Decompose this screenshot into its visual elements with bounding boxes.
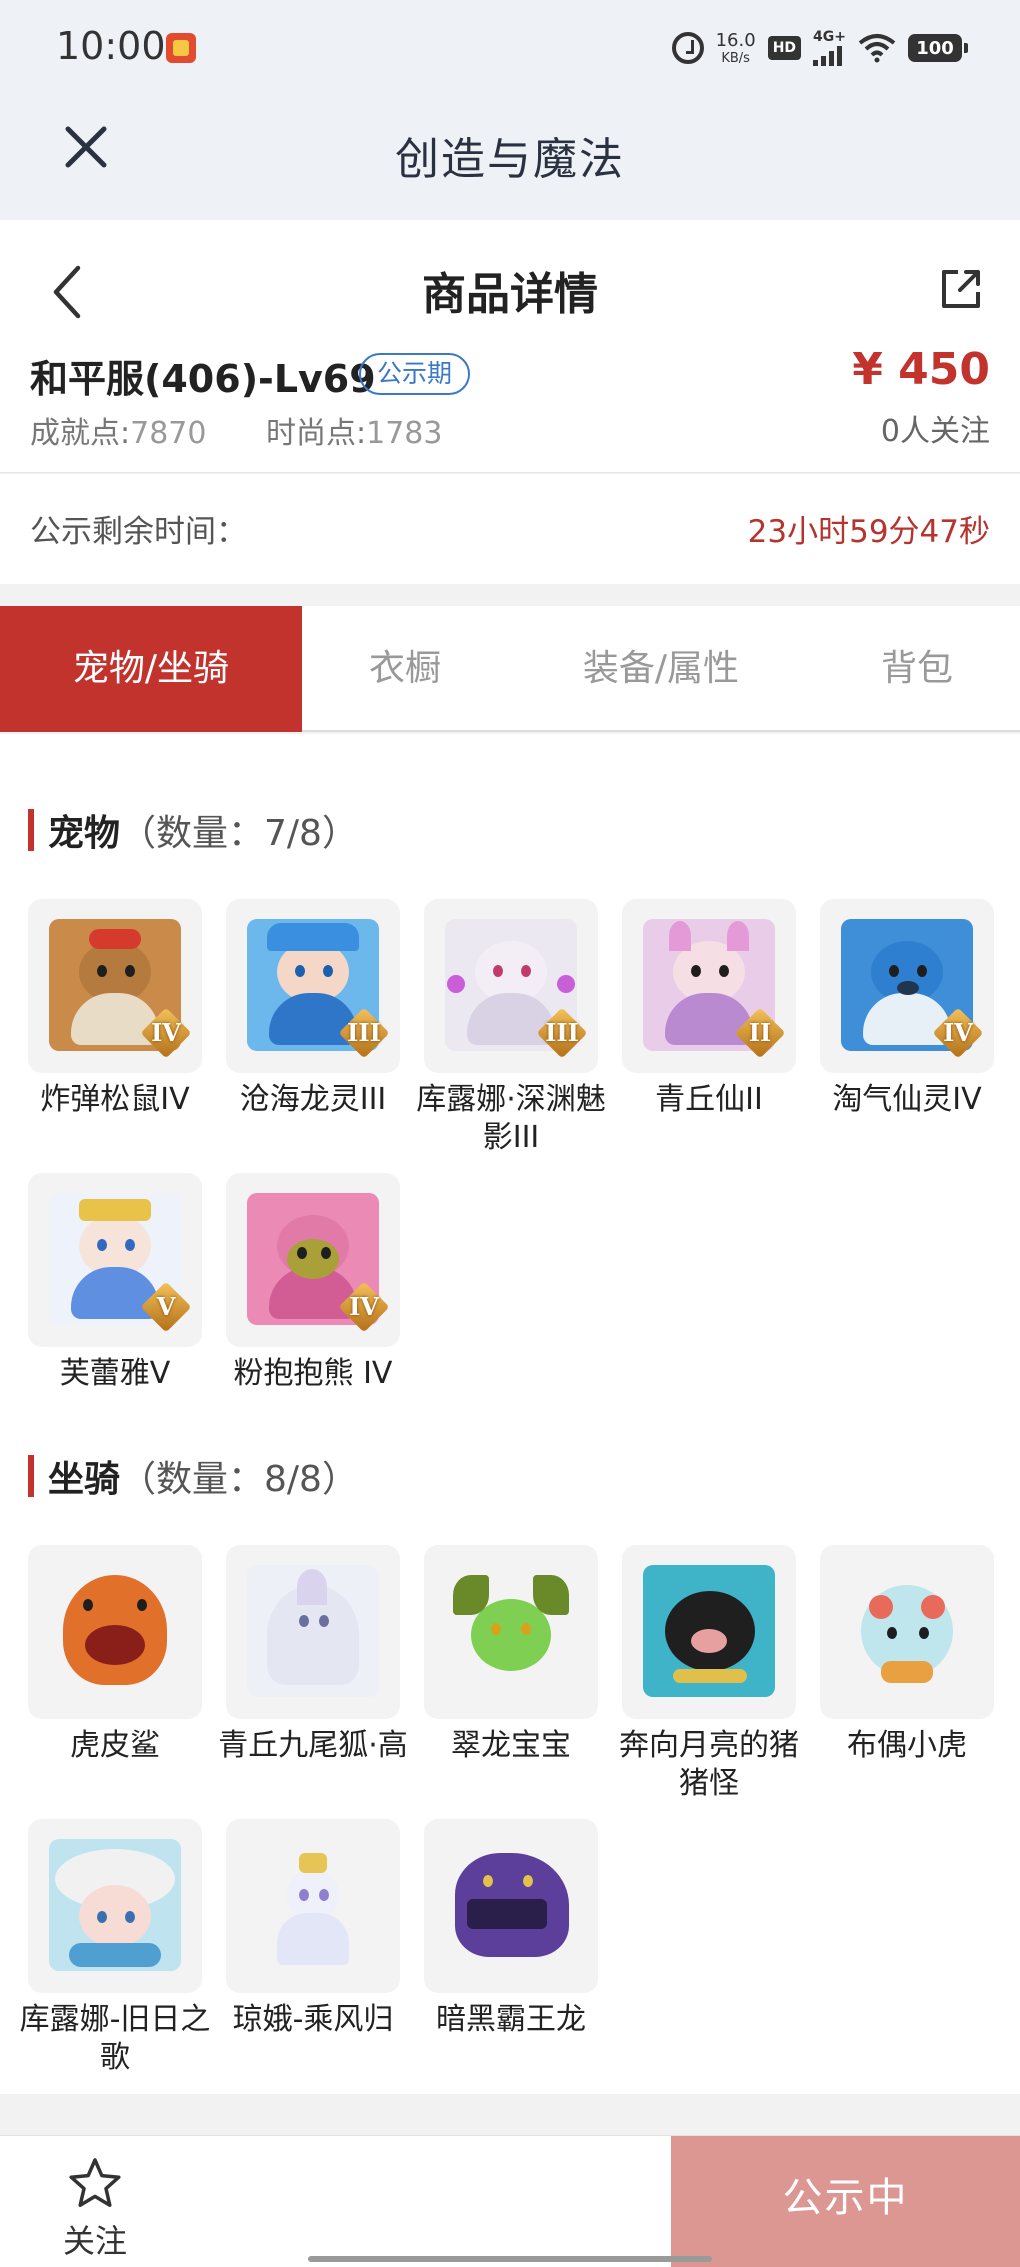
mount-tile[interactable] xyxy=(820,1545,994,1719)
item-name: 和平服(406)-Lv69 xyxy=(30,357,376,401)
pet-label: 淘气仙灵IV xyxy=(832,1082,982,1117)
mount-tile[interactable] xyxy=(28,1819,202,1993)
mount-tile[interactable] xyxy=(424,1819,598,1993)
top-area: 10:00 16.0 KB/s HD 4G+ 100 创造与魔法 xyxy=(0,0,1020,220)
follow-button[interactable]: 关注 xyxy=(40,2136,150,2267)
section-marker xyxy=(28,1455,34,1497)
pet-tile[interactable]: III xyxy=(226,899,400,1073)
fashion-stat: 时尚点:1783 xyxy=(266,408,442,452)
pets-count: （数量：7/8） xyxy=(120,813,358,854)
hd-icon: HD xyxy=(767,36,802,60)
rank-badge: V xyxy=(140,1281,192,1333)
green-dragon-icon xyxy=(445,1565,577,1697)
item-price: ¥ 450 xyxy=(852,344,990,395)
rank-badge: III xyxy=(338,1007,390,1059)
signal-bars xyxy=(813,46,843,66)
mount-label: 布偶小虎 xyxy=(847,1728,967,1763)
status-bar: 10:00 16.0 KB/s HD 4G+ 100 xyxy=(0,0,1020,95)
tab-bar: 宠物/坐骑 衣橱 装备/属性 背包 xyxy=(0,606,1020,732)
rank-badge: III xyxy=(536,1007,588,1059)
follow-label: 关注 xyxy=(62,2222,127,2260)
pet-tile[interactable]: IV xyxy=(226,1173,400,1347)
pet-tile[interactable]: III xyxy=(424,899,598,1073)
divider xyxy=(0,472,1020,473)
pet-tile[interactable]: IV xyxy=(28,899,202,1073)
net-speed: 16.0 KB/s xyxy=(715,29,756,66)
app-title: 创造与魔法 xyxy=(395,134,625,185)
network-type: 4G+ xyxy=(813,29,846,45)
achievement-label: 成就点: xyxy=(30,416,131,451)
mount-label: 琼娥-乘风归 xyxy=(232,2002,394,2037)
cellular-signal-icon: 4G+ xyxy=(813,30,846,66)
pet-tile[interactable]: II xyxy=(622,899,796,1073)
star-icon xyxy=(69,2158,121,2207)
bottom-action-bar: 关注 公示中 xyxy=(0,2135,1020,2267)
mount-label: 虎皮鲨 xyxy=(70,1728,160,1763)
follower-count: 0人关注 xyxy=(880,414,990,449)
mount-tile[interactable] xyxy=(622,1545,796,1719)
fashion-label: 时尚点: xyxy=(266,416,367,451)
mount-tile[interactable] xyxy=(226,1819,400,1993)
pets-section-title: 宠物 （数量：7/8） xyxy=(28,808,358,854)
rank-badge: IV xyxy=(932,1007,984,1059)
tiger-shark-icon xyxy=(49,1565,181,1697)
pet-label: 芙蕾雅V xyxy=(59,1356,171,1391)
page-title: 商品详情 xyxy=(422,269,598,320)
tab-pets-mounts[interactable]: 宠物/坐骑 xyxy=(0,606,302,732)
pet-label: 青丘仙II xyxy=(655,1082,763,1117)
rank-badge: IV xyxy=(338,1281,390,1333)
moon-pig-icon xyxy=(643,1565,775,1697)
countdown-value: 23小时59分47秒 xyxy=(747,514,990,550)
pet-tile[interactable]: IV xyxy=(820,899,994,1073)
rank-badge: II xyxy=(734,1007,786,1059)
mount-tile[interactable] xyxy=(424,1545,598,1719)
content-panel: 宠物 （数量：7/8） IV 炸弹松鼠IV III 沧海龙灵III III 库露… xyxy=(0,734,1020,2094)
tab-wardrobe[interactable]: 衣橱 xyxy=(302,606,508,732)
status-time: 10:00 xyxy=(56,24,166,68)
tab-equipment[interactable]: 装备/属性 xyxy=(508,606,814,732)
pets-title: 宠物 xyxy=(48,813,121,854)
share-icon[interactable] xyxy=(938,266,984,312)
mount-label: 库露娜-旧日之歌 xyxy=(19,2002,211,2075)
status-indicators: 16.0 KB/s HD 4G+ 100 xyxy=(671,28,968,68)
net-speed-value: 16.0 xyxy=(715,29,756,51)
pet-label: 炸弹松鼠IV xyxy=(40,1082,190,1117)
mount-label: 奔向月亮的猪猪怪 xyxy=(619,1728,799,1801)
kuluna-song-icon xyxy=(49,1839,181,1971)
product-detail-card: 商品详情 和平服(406)-Lv69 公示期 ¥ 450 成就点:7870 时尚… xyxy=(0,220,1020,473)
mounts-count: （数量：8/8） xyxy=(120,1459,358,1500)
pet-label: 粉抱抱熊 IV xyxy=(233,1356,393,1391)
doll-tiger-icon xyxy=(841,1565,973,1697)
mount-label: 青丘九尾狐·高 xyxy=(218,1728,408,1763)
mount-label: 暗黑霸王龙 xyxy=(436,2002,586,2037)
nine-tail-fox-icon xyxy=(247,1565,379,1697)
tab-bag[interactable]: 背包 xyxy=(814,606,1020,732)
app-header: 创造与魔法 xyxy=(0,95,1020,220)
pet-label: 库露娜·深渊魅影III xyxy=(416,1082,606,1155)
pet-tile[interactable]: V xyxy=(28,1173,202,1347)
qiong-e-icon xyxy=(247,1839,379,1971)
publicity-status-button[interactable]: 公示中 xyxy=(671,2136,1020,2267)
achievement-stat: 成就点:7870 xyxy=(30,408,206,452)
battery-icon: 100 xyxy=(908,34,968,62)
wifi-icon xyxy=(858,34,896,63)
pet-label: 沧海龙灵III xyxy=(239,1082,387,1117)
home-indicator[interactable] xyxy=(308,2256,712,2262)
mount-label: 翠龙宝宝 xyxy=(451,1728,571,1763)
mount-tile[interactable] xyxy=(226,1545,400,1719)
status-badge: 公示期 xyxy=(359,353,471,395)
achievement-value: 7870 xyxy=(130,416,207,451)
rank-badge: IV xyxy=(140,1007,192,1059)
alarm-icon xyxy=(671,32,704,64)
mounts-title: 坐骑 xyxy=(48,1459,121,1500)
countdown-label: 公示剩余时间： xyxy=(30,514,247,550)
mount-tile[interactable] xyxy=(28,1545,202,1719)
net-speed-unit: KB/s xyxy=(721,50,750,66)
dark-trex-icon xyxy=(445,1839,577,1971)
mounts-section-title: 坐骑 （数量：8/8） xyxy=(28,1454,358,1500)
notification-app-icon xyxy=(166,33,196,63)
fashion-value: 1783 xyxy=(366,416,443,451)
countdown-row: 公示剩余时间： 23小时59分47秒 xyxy=(0,474,1020,584)
section-marker xyxy=(28,809,34,851)
